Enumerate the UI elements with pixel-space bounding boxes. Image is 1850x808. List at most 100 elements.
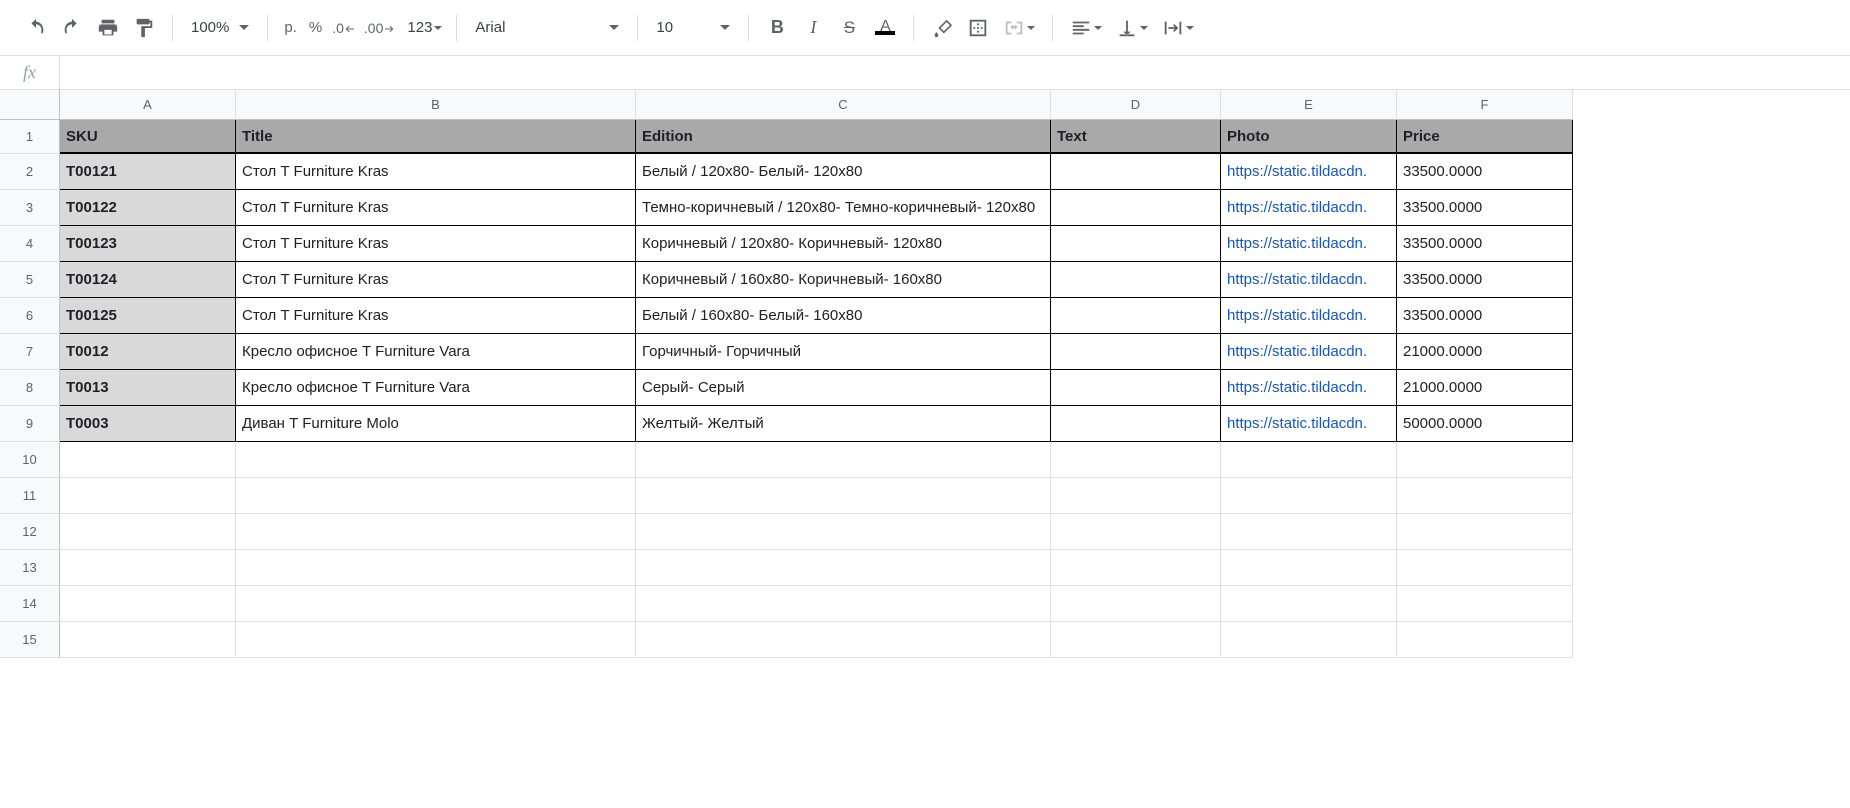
cell[interactable]: https://static.tildacdn. (1221, 334, 1397, 370)
cell[interactable] (236, 622, 636, 658)
column-header-F[interactable]: F (1397, 90, 1573, 120)
cell[interactable]: 33500.0000 (1397, 154, 1573, 190)
cell[interactable]: https://static.tildacdn. (1221, 154, 1397, 190)
row-header[interactable]: 10 (0, 442, 60, 478)
horizontal-align-button[interactable] (1063, 10, 1109, 46)
cell[interactable] (1051, 514, 1221, 550)
format-currency-button[interactable]: р. (278, 19, 303, 36)
font-family-dropdown[interactable]: Arial (467, 10, 627, 46)
cell[interactable]: Диван T Furniture Molo (236, 406, 636, 442)
link[interactable]: https://static.tildacdn. (1227, 379, 1367, 396)
cell[interactable] (1397, 514, 1573, 550)
header-cell[interactable]: Text (1051, 120, 1221, 154)
decrease-decimal-button[interactable]: .0 (328, 10, 360, 46)
cell[interactable]: Стол T Furniture Kras (236, 226, 636, 262)
more-formats-dropdown[interactable]: 123 (399, 10, 446, 46)
redo-button[interactable] (54, 10, 90, 46)
cell[interactable] (60, 550, 236, 586)
cell[interactable]: Коричневый / 160x80- Коричневый- 160x80 (636, 262, 1051, 298)
cell[interactable] (1051, 550, 1221, 586)
row-header[interactable]: 12 (0, 514, 60, 550)
bold-button[interactable]: B (759, 10, 795, 46)
row-header[interactable]: 2 (0, 154, 60, 190)
cell[interactable]: 33500.0000 (1397, 298, 1573, 334)
cell[interactable] (236, 586, 636, 622)
cell[interactable]: https://static.tildacdn. (1221, 226, 1397, 262)
cell[interactable]: Горчичный- Горчичный (636, 334, 1051, 370)
column-header-C[interactable]: C (636, 90, 1051, 120)
cell[interactable] (1221, 514, 1397, 550)
cell[interactable]: 21000.0000 (1397, 370, 1573, 406)
row-header[interactable]: 4 (0, 226, 60, 262)
row-header[interactable]: 9 (0, 406, 60, 442)
cell[interactable]: 50000.0000 (1397, 406, 1573, 442)
header-cell[interactable]: Price (1397, 120, 1573, 154)
cell[interactable] (1221, 478, 1397, 514)
merge-cells-button[interactable] (996, 10, 1042, 46)
vertical-align-button[interactable] (1109, 10, 1155, 46)
cell[interactable]: T0012 (60, 334, 236, 370)
link[interactable]: https://static.tildacdn. (1227, 235, 1367, 252)
cell[interactable] (236, 514, 636, 550)
cell[interactable]: T00121 (60, 154, 236, 190)
cell[interactable] (236, 442, 636, 478)
cell[interactable]: Стол T Furniture Kras (236, 154, 636, 190)
cell[interactable]: https://static.tildacdn. (1221, 262, 1397, 298)
text-wrap-button[interactable] (1155, 10, 1201, 46)
cell[interactable]: Стол T Furniture Kras (236, 262, 636, 298)
column-header-E[interactable]: E (1221, 90, 1397, 120)
cell[interactable]: T00123 (60, 226, 236, 262)
cell[interactable] (1221, 442, 1397, 478)
italic-button[interactable]: I (795, 10, 831, 46)
cell[interactable] (1051, 478, 1221, 514)
row-header[interactable]: 13 (0, 550, 60, 586)
cell[interactable]: 33500.0000 (1397, 262, 1573, 298)
column-header-A[interactable]: A (60, 90, 236, 120)
cell[interactable] (60, 442, 236, 478)
cell[interactable] (1051, 370, 1221, 406)
cell[interactable] (1051, 226, 1221, 262)
increase-decimal-button[interactable]: .00 (360, 10, 399, 46)
row-header[interactable]: 1 (0, 120, 60, 154)
link[interactable]: https://static.tildacdn. (1227, 307, 1367, 324)
cell[interactable] (1397, 442, 1573, 478)
cell[interactable] (636, 442, 1051, 478)
zoom-dropdown[interactable]: 100% (183, 10, 257, 46)
cell[interactable]: Коричневый / 120x80- Коричневый- 120x80 (636, 226, 1051, 262)
cell[interactable] (1051, 334, 1221, 370)
link[interactable]: https://static.tildacdn. (1227, 199, 1367, 216)
row-header[interactable]: 6 (0, 298, 60, 334)
cell[interactable]: https://static.tildacdn. (1221, 406, 1397, 442)
undo-button[interactable] (18, 10, 54, 46)
column-header-D[interactable]: D (1051, 90, 1221, 120)
cell[interactable]: Кресло офисное T Furniture Vara (236, 370, 636, 406)
text-color-button[interactable]: A (867, 10, 903, 46)
select-all-corner[interactable] (0, 90, 60, 120)
cell[interactable]: https://static.tildacdn. (1221, 370, 1397, 406)
cell[interactable]: https://static.tildacdn. (1221, 298, 1397, 334)
cell[interactable] (1221, 550, 1397, 586)
cell[interactable] (1051, 298, 1221, 334)
cell[interactable]: T00125 (60, 298, 236, 334)
row-header[interactable]: 8 (0, 370, 60, 406)
link[interactable]: https://static.tildacdn. (1227, 271, 1367, 288)
cell[interactable] (1221, 586, 1397, 622)
cell[interactable]: Желтый- Желтый (636, 406, 1051, 442)
cell[interactable]: 33500.0000 (1397, 190, 1573, 226)
font-size-dropdown[interactable]: 10 (648, 10, 738, 46)
link[interactable]: https://static.tildacdn. (1227, 163, 1367, 180)
cell[interactable]: Стол T Furniture Kras (236, 298, 636, 334)
cell[interactable]: https://static.tildacdn. (1221, 190, 1397, 226)
cell[interactable] (60, 622, 236, 658)
cell[interactable] (1397, 586, 1573, 622)
cell[interactable]: T00122 (60, 190, 236, 226)
cell[interactable] (636, 586, 1051, 622)
header-cell[interactable]: SKU (60, 120, 236, 154)
cell[interactable] (60, 478, 236, 514)
cell[interactable] (1051, 406, 1221, 442)
cell[interactable] (636, 514, 1051, 550)
cell[interactable] (1051, 442, 1221, 478)
link[interactable]: https://static.tildacdn. (1227, 343, 1367, 360)
cell[interactable] (1051, 262, 1221, 298)
cell[interactable]: Темно-коричневый / 120x80- Темно-коричне… (636, 190, 1051, 226)
